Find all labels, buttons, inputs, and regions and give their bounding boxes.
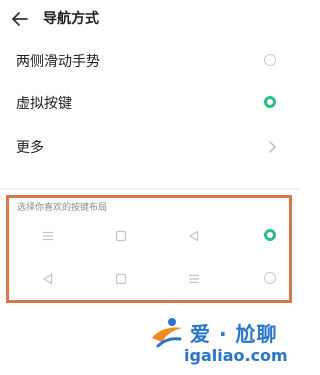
section-divider	[0, 188, 299, 190]
square-icon	[113, 271, 129, 287]
radio-button[interactable]	[264, 272, 276, 284]
radio-button[interactable]	[264, 54, 276, 66]
more-label: 更多	[16, 140, 44, 156]
more-row[interactable]: 更多	[0, 126, 299, 168]
layout-option-1[interactable]	[16, 218, 284, 258]
watermark-title: 爱 · 尬聊	[190, 322, 278, 346]
option-label: 两侧滑动手势	[16, 54, 100, 70]
option-swipe-gestures[interactable]: 两侧滑动手势	[0, 40, 299, 82]
layout-option-2[interactable]	[16, 261, 284, 301]
section-label: 选择你喜欢的按键布局	[17, 203, 108, 213]
option-virtual-keys[interactable]: 虚拟按键	[0, 82, 299, 124]
watermark-url: igaliao.com	[184, 346, 288, 365]
triangle-left-icon	[186, 228, 202, 244]
arrow-left-icon[interactable]	[10, 9, 30, 29]
menu-icon	[40, 228, 56, 244]
menu-icon	[186, 271, 202, 287]
chevron-right-icon	[265, 139, 279, 153]
watermark: 爱 · 尬聊 igaliao.com	[148, 310, 298, 372]
radio-button-selected[interactable]	[264, 229, 276, 241]
radio-button-selected[interactable]	[264, 96, 276, 108]
top-bar: 导航方式	[0, 0, 299, 38]
page-title: 导航方式	[43, 11, 99, 27]
option-label: 虚拟按键	[16, 96, 72, 112]
triangle-left-icon	[40, 271, 56, 287]
square-icon	[113, 228, 129, 244]
